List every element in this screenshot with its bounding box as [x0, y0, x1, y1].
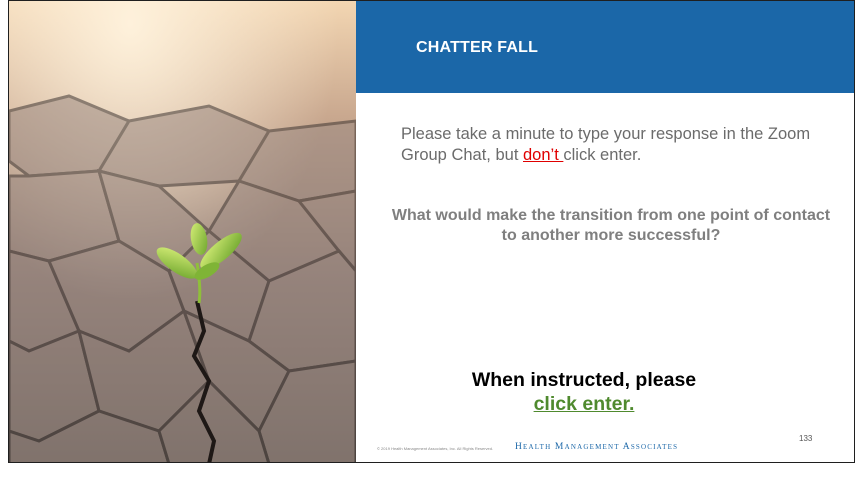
- page-number: 133: [799, 434, 813, 443]
- prompt-emphasis: don’t: [523, 146, 564, 164]
- prompt-text-end: click enter.: [563, 146, 642, 164]
- slide: CHATTER FALL Please take a minute to typ…: [8, 0, 855, 463]
- slide-title: CHATTER FALL: [416, 39, 539, 56]
- seedling-photo: [9, 1, 356, 462]
- footer-copyright: © 2019 Health Management Associates, Inc…: [377, 446, 494, 451]
- footer-brand-logo: Health Management Associates: [515, 442, 679, 452]
- instruction-action: click enter.: [533, 393, 635, 415]
- prompt-text: Please take a minute to type your respon…: [401, 124, 841, 166]
- title-banner: CHATTER FALL: [356, 1, 854, 93]
- discussion-question: What would make the transition from one …: [391, 207, 831, 244]
- instruction-line: When instructed, please: [471, 369, 697, 391]
- instruction: When instructed, please click enter.: [429, 368, 739, 416]
